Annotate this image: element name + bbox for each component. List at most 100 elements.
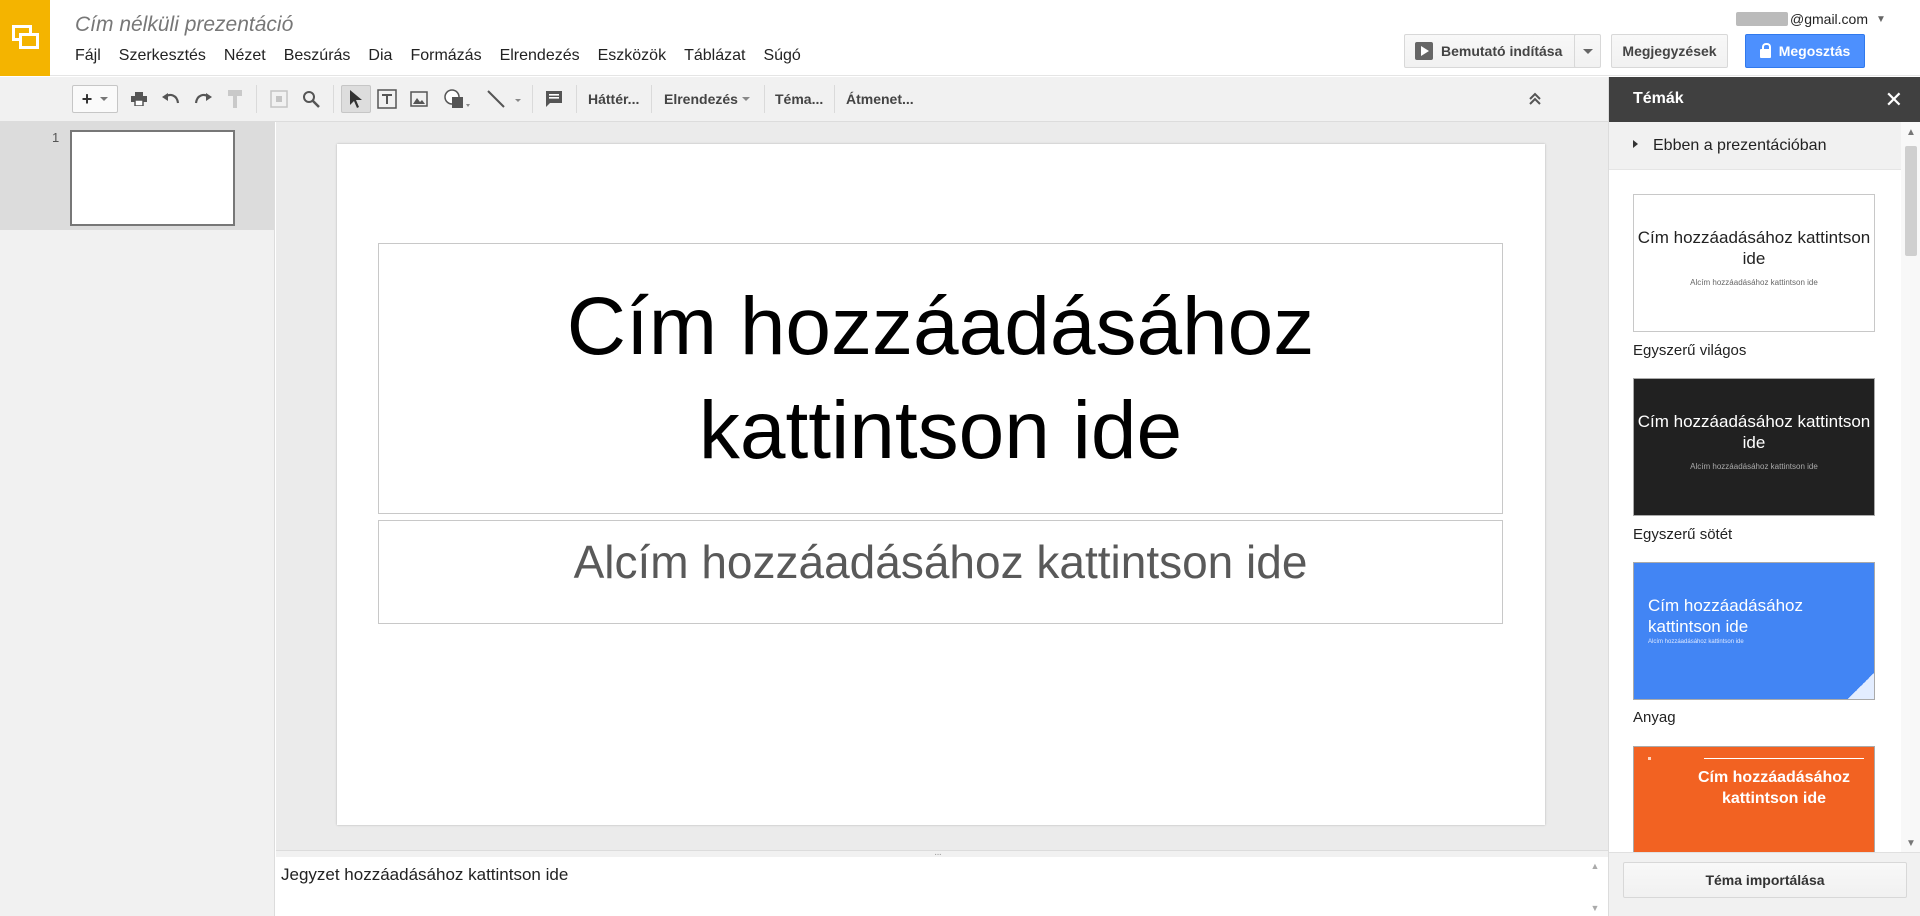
decoration-dot (1648, 757, 1651, 760)
background-button[interactable]: Háttér... (588, 85, 639, 113)
speaker-notes[interactable]: Jegyzet hozzáadásához kattintson ide ▲ ▼ (276, 857, 1608, 916)
present-button[interactable]: Bemutató indítása (1404, 34, 1600, 68)
subtitle-placeholder[interactable]: Alcím hozzáadásához kattintson ide (378, 520, 1503, 624)
scroll-down-icon[interactable]: ▼ (1906, 838, 1916, 849)
theme-preview-subtitle: Alcím hozzáadásához kattintson ide (1648, 639, 1744, 645)
theme-preview-title: Cím hozzáadásához kattintson ide (1697, 769, 1851, 807)
share-button[interactable]: Megosztás (1745, 34, 1865, 68)
comments-button[interactable]: Megjegyzések (1611, 34, 1728, 68)
menu-table[interactable]: Táblázat (675, 47, 754, 65)
title-placeholder[interactable]: Cím hozzáadásához kattintson ide (378, 243, 1503, 514)
line-icon[interactable] (484, 85, 524, 113)
app-header: Cím nélküli prezentáció Fájl Szerkesztés… (0, 0, 1920, 76)
chevron-down-icon (741, 97, 750, 101)
slide-filmstrip: 1 (0, 122, 275, 916)
themes-panel-title: Témák (1633, 90, 1684, 107)
play-icon (1415, 42, 1433, 60)
menu-tools[interactable]: Eszközök (589, 47, 675, 65)
select-cursor-icon[interactable] (341, 85, 371, 113)
print-icon[interactable] (128, 85, 150, 113)
present-options-button[interactable] (1574, 34, 1601, 68)
new-slide-button[interactable]: + (72, 85, 118, 113)
slide-number: 1 (52, 130, 60, 145)
menu-view[interactable]: Nézet (215, 47, 275, 65)
text-box-icon[interactable] (375, 85, 399, 113)
account-switcher[interactable]: @gmail.com ▼ (1736, 11, 1886, 27)
themes-panel-header: Témák ✕ (1609, 77, 1920, 122)
close-icon[interactable]: ✕ (1885, 87, 1903, 113)
page-fold-decoration (1848, 673, 1874, 699)
scrollbar-thumb[interactable] (1905, 146, 1917, 256)
menu-slide[interactable]: Dia (359, 47, 401, 65)
image-icon[interactable] (407, 85, 431, 113)
chevron-down-icon: ▼ (1876, 13, 1886, 25)
scroll-up-icon[interactable]: ▲ (1906, 127, 1916, 138)
toolbar: + Háttér... Elrendezés Téma... Átmenet..… (0, 77, 1608, 122)
theme-card-simple-dark[interactable]: Cím hozzáadásához kattintson ide Alcím h… (1633, 378, 1875, 516)
layout-button[interactable]: Elrendezés (664, 85, 750, 113)
toolbar-divider (764, 85, 765, 113)
plus-icon: + (81, 88, 93, 109)
toolbar-divider (576, 85, 577, 113)
theme-preview-subtitle: Alcím hozzáadásához kattintson ide (1690, 278, 1818, 287)
theme-card-orange[interactable]: Cím hozzáadásához kattintson ide (1633, 746, 1875, 856)
chevron-down-icon (100, 97, 109, 101)
themes-panel: Témák ✕ Ebben a prezentációban ▲ ▼ Cím h… (1608, 77, 1920, 916)
scroll-down-icon[interactable]: ▼ (1591, 903, 1600, 913)
layout-button-label: Elrendezés (664, 91, 738, 107)
notes-resize-handle[interactable]: ··· (276, 849, 1608, 860)
notes-scrollbar[interactable]: ▲ ▼ (1590, 861, 1600, 913)
theme-preview-title: Cím hozzáadásához kattintson ide (1637, 228, 1871, 268)
decoration-line (1704, 758, 1864, 759)
import-theme-button[interactable]: Téma importálása (1623, 862, 1907, 898)
slides-logo[interactable] (0, 0, 50, 76)
lock-icon (1759, 42, 1771, 58)
toolbar-divider (834, 85, 835, 113)
expand-arrow-icon (1633, 140, 1638, 148)
scroll-up-icon[interactable]: ▲ (1591, 861, 1600, 871)
account-email: @gmail.com (1790, 11, 1869, 27)
themes-scrollbar[interactable]: ▲ ▼ (1901, 122, 1920, 852)
menu-help[interactable]: Súgó (754, 47, 809, 65)
transition-button[interactable]: Átmenet... (846, 85, 914, 113)
in-presentation-label: Ebben a prezentációban (1653, 137, 1827, 154)
slide-canvas-area: Cím hozzáadásához kattintson ide Alcím h… (276, 122, 1608, 850)
paint-format-icon[interactable] (224, 85, 246, 113)
comment-icon[interactable] (542, 85, 566, 113)
present-button-label: Bemutató indítása (1441, 43, 1563, 59)
theme-card-simple-light[interactable]: Cím hozzáadásához kattintson ide Alcím h… (1633, 194, 1875, 332)
menu-arrange[interactable]: Elrendezés (491, 47, 589, 65)
menu-format[interactable]: Formázás (401, 47, 490, 65)
slides-logo-icon (12, 25, 39, 49)
toolbar-divider (532, 85, 533, 113)
theme-card-material[interactable]: Cím hozzáadásához kattintson ide Alcím h… (1633, 562, 1875, 700)
theme-button[interactable]: Téma... (775, 85, 823, 113)
slide-canvas[interactable]: Cím hozzáadásához kattintson ide Alcím h… (337, 144, 1545, 825)
theme-name: Anyag (1633, 709, 1676, 726)
filmstrip-slide-row[interactable]: 1 (0, 122, 274, 230)
theme-preview-subtitle: Alcím hozzáadásához kattintson ide (1690, 462, 1818, 471)
theme-preview-title: Cím hozzáadásához kattintson ide (1637, 412, 1871, 452)
toolbar-divider (333, 85, 334, 113)
notes-placeholder[interactable]: Jegyzet hozzáadásához kattintson ide (281, 865, 568, 885)
document-title[interactable]: Cím nélküli prezentáció (75, 13, 293, 37)
theme-preview-title: Cím hozzáadásához kattintson ide (1648, 596, 1803, 636)
in-presentation-section[interactable]: Ebben a prezentációban (1609, 122, 1901, 170)
collapse-toolbar-icon[interactable] (1522, 85, 1548, 113)
menu-edit[interactable]: Szerkesztés (110, 47, 215, 65)
theme-name: Egyszerű sötét (1633, 526, 1733, 543)
slide-thumbnail[interactable] (70, 130, 235, 226)
undo-icon[interactable] (160, 85, 182, 113)
menu-insert[interactable]: Beszúrás (275, 47, 360, 65)
zoom-fit-icon[interactable] (268, 85, 290, 113)
shape-icon[interactable] (437, 85, 477, 113)
redacted-username (1736, 12, 1788, 26)
menu-file[interactable]: Fájl (66, 47, 110, 65)
theme-name: Egyszerű világos (1633, 342, 1747, 359)
import-theme-footer: Téma importálása (1609, 852, 1920, 916)
redo-icon[interactable] (192, 85, 214, 113)
toolbar-divider (651, 85, 652, 113)
menu-bar: Fájl Szerkesztés Nézet Beszúrás Dia Form… (66, 47, 810, 65)
zoom-icon[interactable] (300, 85, 322, 113)
chevron-down-icon (1582, 48, 1593, 54)
